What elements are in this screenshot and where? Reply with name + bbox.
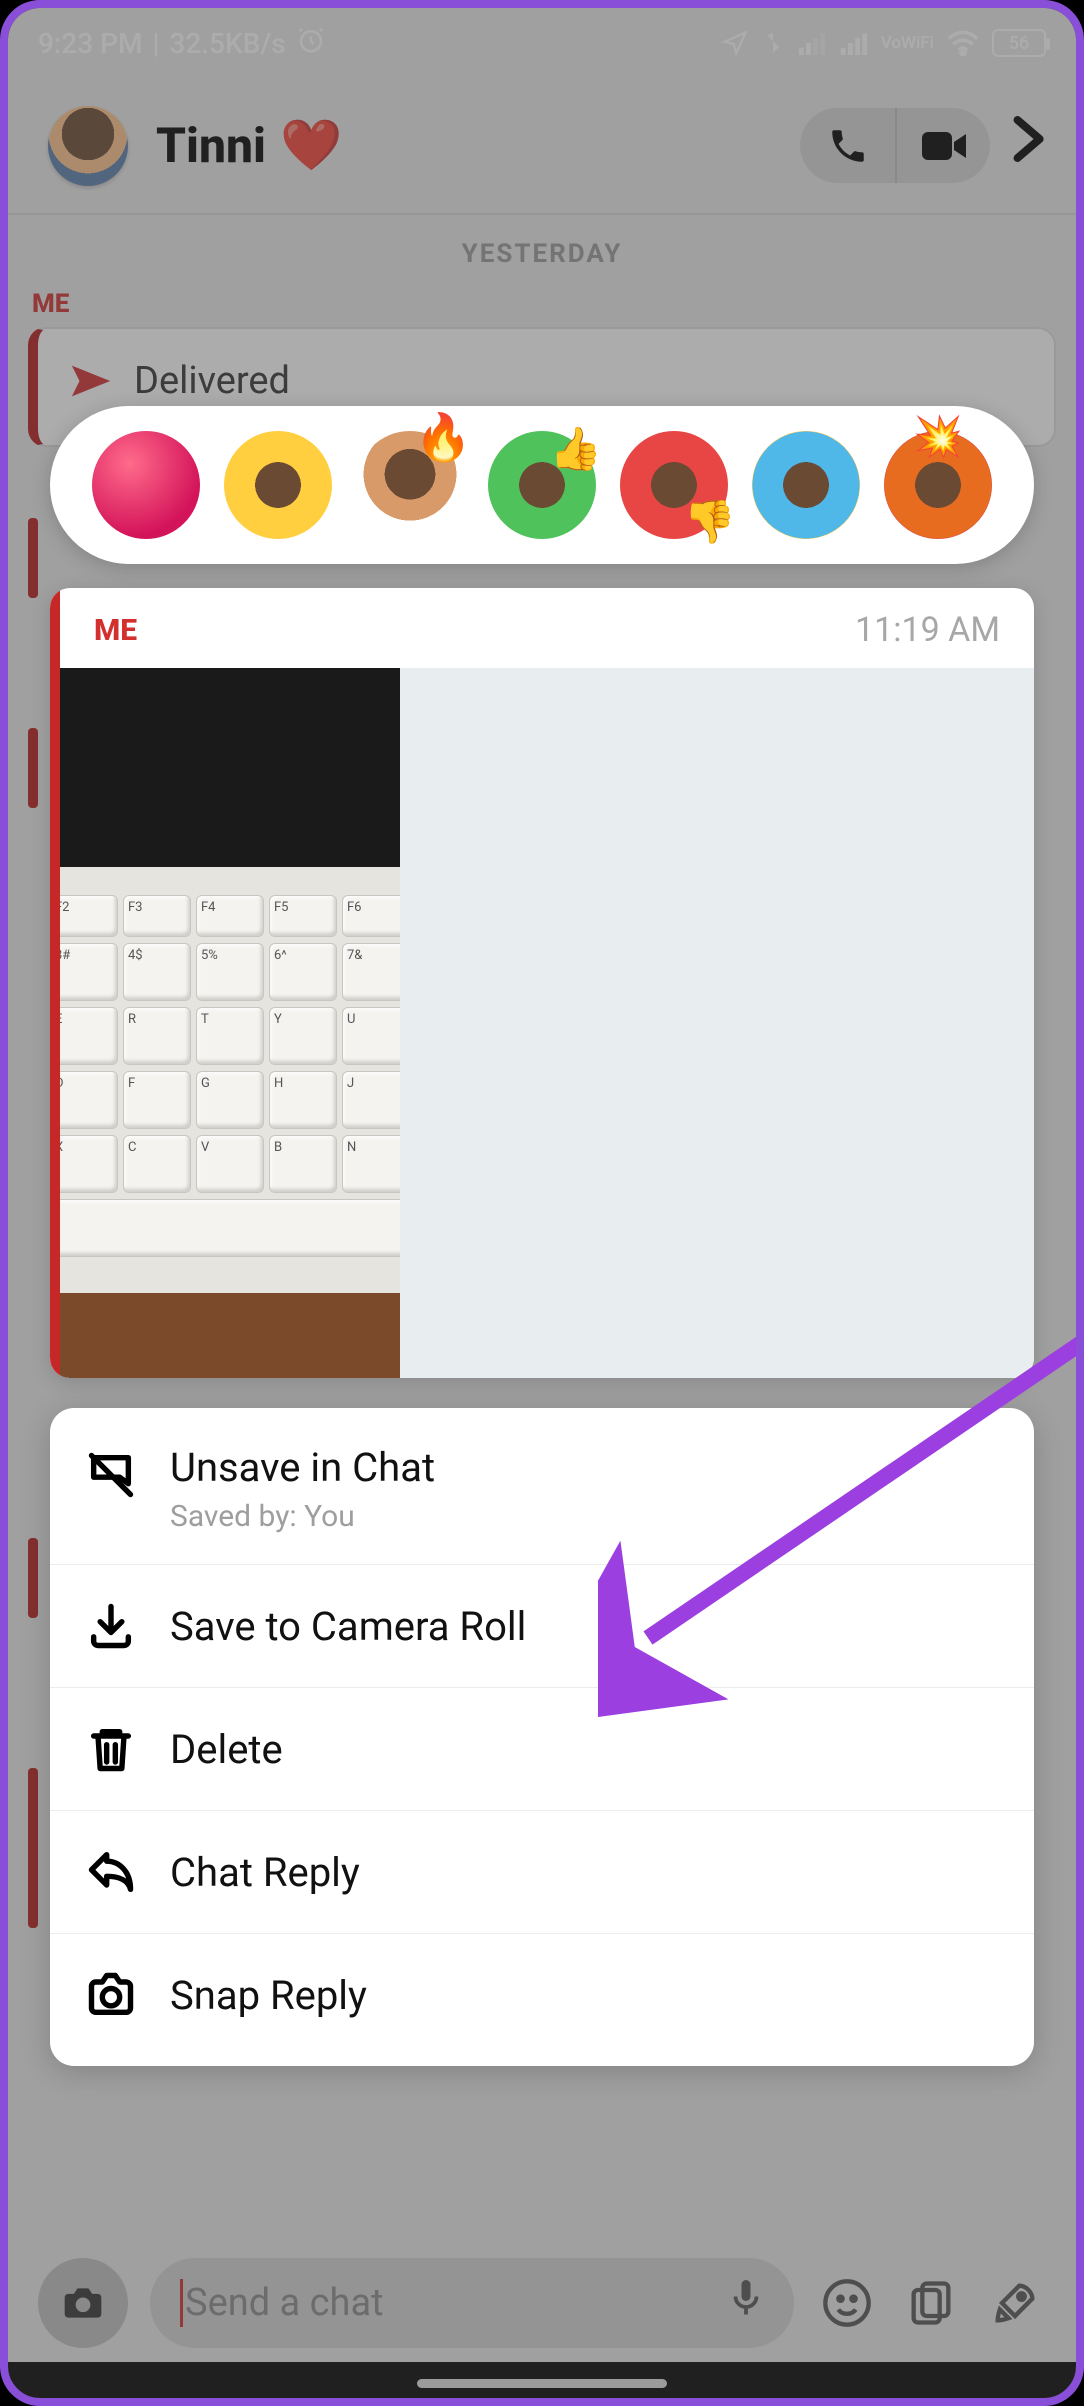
download-icon [80,1595,142,1657]
saved-by-label: Saved by: You [170,1499,435,1534]
reaction-cry-laugh[interactable] [224,431,332,539]
menu-chat-reply[interactable]: Chat Reply [50,1811,1034,1934]
reaction-thumbs-up[interactable]: 👍 [488,431,596,539]
reply-icon [80,1841,142,1903]
reaction-wow[interactable] [752,431,860,539]
reaction-mind-blown[interactable]: 💥 [884,431,992,539]
message-image[interactable]: F2F3F4F5F6 3#4$5%6^7& ERTYU DFGHJ XCVBN [60,668,400,1378]
reaction-fire[interactable]: 🔥 [356,431,464,539]
trash-icon [80,1718,142,1780]
reaction-thumbs-down[interactable]: 👎 [620,431,728,539]
menu-snap-reply[interactable]: Snap Reply [50,1934,1034,2066]
annotation-arrow [598,1298,1076,1722]
camera-icon [80,1964,142,2026]
message-card[interactable]: ME 11:19 AM F2F3F4F5F6 3#4$5%6^7& ERTYU … [50,588,1034,1378]
reaction-heart[interactable] [92,431,200,539]
msg-sender: ME [94,613,137,648]
unsave-icon [80,1444,142,1506]
msg-time: 11:19 AM [855,610,1000,650]
reactions-bar: 🔥 👍 👎 💥 [50,406,1034,564]
